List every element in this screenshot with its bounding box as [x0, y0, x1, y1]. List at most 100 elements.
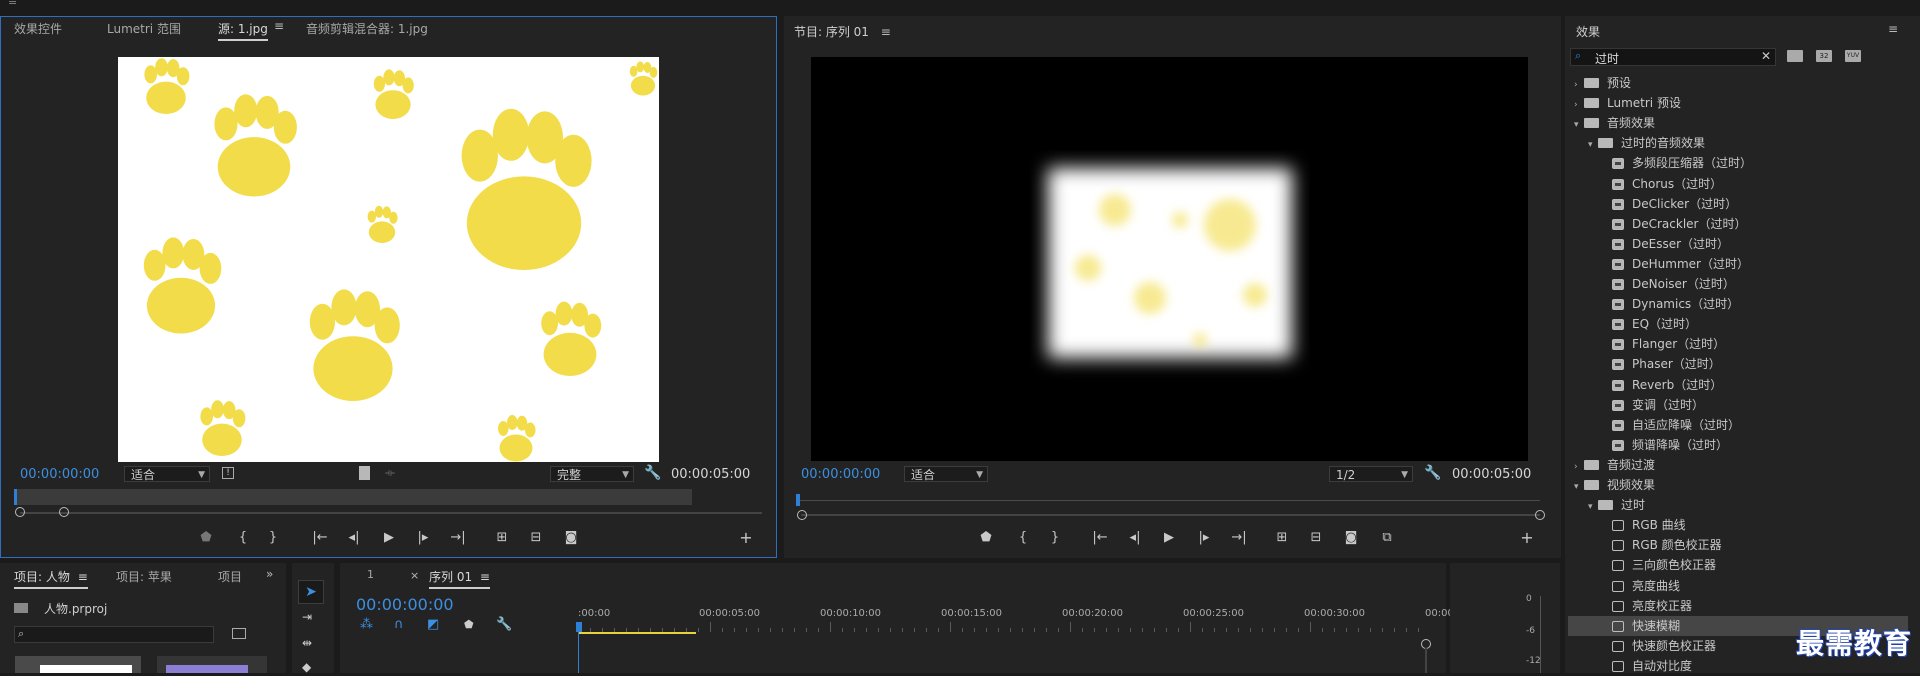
- tab-sequence-1[interactable]: 1: [367, 568, 374, 581]
- extract-icon[interactable]: ⊟: [1307, 530, 1325, 546]
- chevron-right-icon[interactable]: ›: [1574, 457, 1584, 477]
- effect-item[interactable]: RGB 颜色校正器: [1568, 535, 1908, 555]
- linked-selection-icon[interactable]: ◩: [427, 617, 439, 632]
- effects-folder[interactable]: ▾ 音频效果: [1568, 113, 1908, 133]
- timeline-playhead[interactable]: [576, 622, 582, 632]
- tab-menu-icon[interactable]: ≡: [274, 19, 284, 33]
- nest-toggle-icon[interactable]: ⁂: [360, 617, 373, 632]
- source-playhead[interactable]: [14, 489, 17, 505]
- add-marker-icon[interactable]: ⬟: [464, 618, 474, 631]
- accelerated-effects-icon[interactable]: [1787, 50, 1803, 62]
- effect-item[interactable]: DeClicker（过时）: [1568, 194, 1908, 214]
- step-back-icon[interactable]: ◂|: [345, 530, 363, 546]
- effect-item[interactable]: 亮度校正器: [1568, 596, 1908, 616]
- tab-project-apple[interactable]: 项目: 苹果: [116, 568, 172, 585]
- go-to-in-icon[interactable]: |←: [1091, 530, 1109, 546]
- wrench-icon[interactable]: 🔧: [644, 465, 661, 481]
- effect-item[interactable]: Chorus（过时）: [1568, 174, 1908, 194]
- chevron-down-icon[interactable]: ▾: [1574, 115, 1584, 135]
- add-button-icon[interactable]: +: [1518, 530, 1536, 546]
- zoom-handle-left[interactable]: [15, 507, 25, 517]
- overwrite-icon[interactable]: ⊟: [527, 530, 545, 546]
- timeline-timecode[interactable]: 00:00:00:00: [356, 595, 454, 614]
- lift-icon[interactable]: ⊞: [1273, 530, 1291, 546]
- effect-item[interactable]: 亮度曲线: [1568, 576, 1908, 596]
- clear-search-icon[interactable]: ✕: [1761, 49, 1771, 63]
- chevron-down-icon[interactable]: ▾: [1588, 497, 1598, 517]
- effect-item[interactable]: DeCrackler（过时）: [1568, 214, 1908, 234]
- tab-sequence-01[interactable]: 序列 01 ≡: [429, 568, 490, 589]
- wrench-icon[interactable]: 🔧: [1424, 465, 1441, 481]
- timeline-scrollbar[interactable]: [1425, 648, 1427, 673]
- add-marker-icon[interactable]: ⬟: [197, 530, 215, 546]
- mark-out-icon[interactable]: }: [1046, 530, 1064, 546]
- work-area-bar[interactable]: [578, 632, 696, 634]
- panel-menu-icon[interactable]: ≡: [1888, 22, 1898, 36]
- chevron-right-icon[interactable]: ›: [1574, 75, 1584, 95]
- tab-source[interactable]: 源: 1.jpg: [218, 20, 268, 41]
- zoom-handle-right[interactable]: [1535, 510, 1545, 520]
- chevron-right-icon[interactable]: ›: [1574, 95, 1584, 115]
- razor-tool-icon[interactable]: ◆: [302, 660, 311, 674]
- mark-out-icon[interactable]: }: [264, 530, 282, 546]
- source-time-ruler[interactable]: [14, 489, 692, 505]
- effect-item[interactable]: DeEsser（过时）: [1568, 234, 1908, 254]
- timeline-settings-icon[interactable]: 🔧: [496, 617, 512, 632]
- effects-search-input[interactable]: ⌕ 过时 ✕: [1570, 48, 1776, 66]
- play-icon[interactable]: ▶: [380, 530, 398, 546]
- program-resolution-select[interactable]: 1/2 ▼: [1329, 466, 1413, 482]
- drag-audio-icon[interactable]: ⟛: [385, 466, 395, 480]
- effect-item[interactable]: Phaser（过时）: [1568, 354, 1908, 374]
- program-zoom-bar[interactable]: [801, 514, 1540, 516]
- close-tab-icon[interactable]: ×: [410, 569, 419, 582]
- source-zoom-bar[interactable]: [20, 512, 762, 514]
- effect-item[interactable]: 多频段压缩器（过时）: [1568, 153, 1908, 173]
- compare-icon[interactable]: ⧉: [1378, 530, 1396, 546]
- effects-folder[interactable]: ▾ 过时: [1568, 495, 1908, 515]
- source-fit-select[interactable]: 适合 ▼: [124, 466, 210, 482]
- effects-folder[interactable]: ▾ 视频效果: [1568, 475, 1908, 495]
- insert-icon[interactable]: ⊞: [493, 530, 511, 546]
- mark-in-icon[interactable]: {: [1014, 530, 1032, 546]
- snap-icon[interactable]: ∩: [394, 617, 404, 632]
- zoom-handle-right[interactable]: [59, 507, 69, 517]
- mark-in-icon[interactable]: {: [234, 530, 252, 546]
- thumbnail-clip-2[interactable]: [157, 656, 267, 673]
- tab-project[interactable]: 项目: [218, 568, 242, 585]
- add-button-icon[interactable]: +: [737, 530, 755, 546]
- effect-item[interactable]: Dynamics（过时）: [1568, 294, 1908, 314]
- timeline-ruler[interactable]: :00:00 00:00:05:00 00:00:10:00 00:00:15:00 0…: [578, 600, 1454, 636]
- step-forward-icon[interactable]: |▸: [1195, 530, 1213, 546]
- yuv-effects-icon[interactable]: YUV: [1845, 50, 1861, 62]
- effect-item[interactable]: 自适应降噪（过时）: [1568, 415, 1908, 435]
- step-back-icon[interactable]: ◂|: [1126, 530, 1144, 546]
- ripple-edit-tool-icon[interactable]: ⇹: [302, 636, 312, 650]
- chevron-down-icon[interactable]: ▾: [1588, 135, 1598, 155]
- effect-item[interactable]: 频谱降噪（过时）: [1568, 435, 1908, 455]
- settings-icon[interactable]: !: [222, 467, 234, 479]
- go-to-out-icon[interactable]: →|: [1230, 530, 1248, 546]
- program-fit-select[interactable]: 适合 ▼: [904, 466, 988, 482]
- add-marker-icon[interactable]: ⬟: [977, 530, 995, 546]
- export-frame-icon[interactable]: ◙: [1342, 530, 1360, 546]
- thumbnail-clip-1[interactable]: [15, 656, 141, 673]
- effect-item[interactable]: EQ（过时）: [1568, 314, 1908, 334]
- more-panels-icon[interactable]: »: [266, 567, 273, 581]
- workspace-menu-icon[interactable]: ≡: [8, 0, 17, 8]
- tab-audio-clip-mixer[interactable]: 音频剪辑混合器: 1.jpg: [306, 20, 428, 37]
- track-select-tool-icon[interactable]: ⇥: [302, 610, 312, 624]
- effect-item[interactable]: 三向颜色校正器: [1568, 555, 1908, 575]
- drag-video-icon[interactable]: [359, 466, 370, 480]
- export-frame-icon[interactable]: ◙: [562, 530, 580, 546]
- tab-effect-controls[interactable]: 效果控件: [14, 20, 62, 37]
- effects-folder[interactable]: › 预设: [1568, 73, 1908, 93]
- program-playhead[interactable]: [796, 494, 800, 506]
- effect-item[interactable]: Reverb（过时）: [1568, 375, 1908, 395]
- effect-item[interactable]: DeHummer（过时）: [1568, 254, 1908, 274]
- source-timecode-in[interactable]: 00:00:00:00: [20, 467, 99, 482]
- effect-item[interactable]: DeNoiser（过时）: [1568, 274, 1908, 294]
- effects-folder[interactable]: ▾ 过时的音频效果: [1568, 133, 1908, 153]
- effects-folder[interactable]: › Lumetri 预设: [1568, 93, 1908, 113]
- source-quality-select[interactable]: 完整 ▼: [550, 466, 634, 482]
- new-bin-icon[interactable]: [232, 628, 246, 639]
